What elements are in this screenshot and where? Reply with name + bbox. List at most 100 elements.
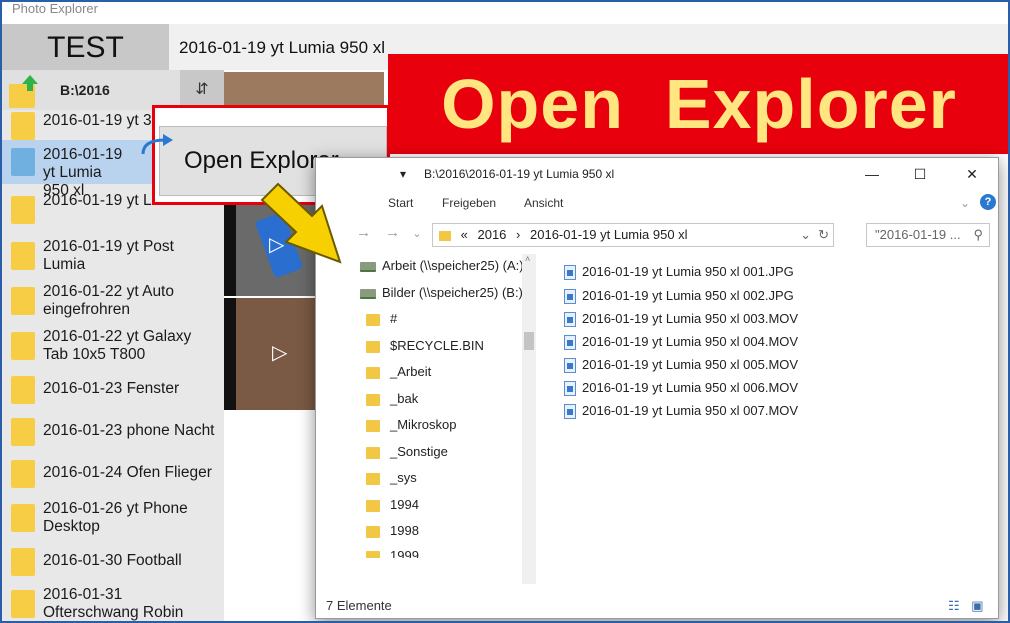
help-icon[interactable]: ? (980, 194, 996, 210)
nav-label: 1994 (390, 497, 419, 512)
jpg-file-icon (564, 289, 576, 305)
file-row[interactable]: 2016-01-19 yt Lumia 950 xl 001.JPG (564, 262, 794, 282)
folder-icon (11, 196, 35, 224)
recent-dropdown-icon[interactable]: ⌄ (412, 228, 421, 240)
close-button[interactable]: ✕ (952, 158, 992, 190)
nav-folder[interactable]: 1998 (366, 521, 419, 541)
folder-item[interactable]: 2016-01-22 yt Galaxy Tab 10x5 T800 (2, 324, 224, 368)
folder-item[interactable]: 2016-01-19 yt Post Lumia (2, 234, 224, 278)
folder-label: 2016-01-31 Ofterschwang Robin (43, 586, 184, 621)
folder-item[interactable]: 2016-01-22 yt Auto eingefrohren (2, 279, 224, 323)
ribbon-tabs: Start Freigeben Ansicht ⌄ ? (316, 190, 1000, 216)
tab-ansicht[interactable]: Ansicht (524, 196, 563, 210)
file-name: 2016-01-19 yt Lumia 950 xl 003.MOV (582, 311, 799, 326)
folder-item[interactable]: 2016-01-23 phone Nacht (2, 410, 224, 454)
folder-icon (366, 472, 380, 485)
file-row[interactable]: 2016-01-19 yt Lumia 950 xl 004.MOV (564, 332, 798, 352)
open-explorer-banner: Open Explorer (388, 54, 1008, 154)
search-input[interactable]: "2016-01-19 ... ⚲ (866, 223, 990, 247)
nav-label: 1998 (390, 523, 419, 538)
folder-label: 2016-01-30 Football (43, 552, 182, 569)
folder-label: 2016-01-19 yt Post Lumia (43, 238, 174, 273)
folder-item[interactable]: 2016-01-30 Football (2, 540, 224, 584)
folder-item[interactable]: 2016-01-23 Fenster (2, 368, 224, 412)
forward-icon[interactable]: → (385, 224, 400, 241)
scroll-thumb[interactable] (524, 332, 534, 350)
nav-folder[interactable]: # (366, 309, 397, 329)
folder-icon (366, 550, 380, 558)
folder-item[interactable]: 2016-01-24 Ofen Flieger (2, 452, 224, 496)
folder-icon (366, 446, 380, 459)
address-dropdown-icon[interactable]: ⌄ (800, 224, 811, 246)
window-title: Photo Explorer (2, 2, 1008, 24)
quick-access-dropdown-icon[interactable]: ▾ (400, 158, 406, 190)
mov-file-icon (564, 381, 576, 397)
nav-label: _Sonstige (390, 444, 448, 459)
address-prefix[interactable]: « (461, 227, 468, 242)
nav-label: 1999 (390, 548, 419, 558)
film-strip (224, 200, 236, 296)
open-arrow-icon (141, 134, 173, 155)
scroll-up-icon[interactable]: ˄ (525, 254, 530, 264)
tab-start[interactable]: Start (388, 196, 413, 210)
folder-icon (11, 504, 35, 532)
tab-freigeben[interactable]: Freigeben (442, 196, 496, 210)
nav-folder[interactable]: _sys (366, 468, 417, 488)
folder-icon (366, 525, 380, 538)
folder-icon (11, 460, 35, 488)
nav-label: $RECYCLE.BIN (390, 338, 484, 353)
nav-folder[interactable]: _Mikroskop (366, 415, 456, 435)
refresh-icon[interactable]: ↻ (818, 224, 829, 246)
address-bar[interactable]: « 2016 › 2016-01-19 yt Lumia 950 xl ⌄ ↻ (432, 223, 834, 247)
folder-icon (366, 499, 380, 512)
folder-item[interactable]: 2016-01-26 yt Phone Desktop (2, 496, 224, 540)
view-toggle: ☷ ▣ (948, 598, 984, 614)
file-row[interactable]: 2016-01-19 yt Lumia 950 xl 005.MOV (564, 355, 798, 375)
nav-drive-bilder[interactable]: Bilder (\\speicher25) (B:) (360, 283, 523, 303)
nav-label: Arbeit (\\speicher25) (A:) (382, 258, 524, 273)
folder-icon (366, 366, 380, 379)
nav-folder[interactable]: 1999 (366, 546, 419, 558)
details-view-icon[interactable]: ☷ (948, 598, 960, 613)
file-name: 2016-01-19 yt Lumia 950 xl 007.MOV (582, 403, 799, 418)
file-row[interactable]: 2016-01-19 yt Lumia 950 xl 003.MOV (564, 309, 798, 329)
folder-label: 2016-01-22 yt Galaxy Tab 10x5 T800 (43, 328, 192, 363)
file-row[interactable]: 2016-01-19 yt Lumia 950 xl 006.MOV (564, 378, 798, 398)
file-explorer-window: ▾ B:\2016\2016-01-19 yt Lumia 950 xl — ☐… (315, 157, 999, 619)
folder-icon (11, 332, 35, 360)
nav-folder[interactable]: 1994 (366, 495, 419, 515)
folder-icon (366, 419, 380, 432)
breadcrumb-2016[interactable]: 2016 (477, 227, 506, 242)
file-name: 2016-01-19 yt Lumia 950 xl 006.MOV (582, 380, 799, 395)
folder-label: 2016-01-26 yt Phone Desktop (43, 500, 188, 535)
nav-label: # (390, 311, 398, 326)
play-icon: ▷ (272, 342, 288, 364)
breadcrumb-separator-icon: › (516, 227, 521, 242)
nav-label: _sys (390, 470, 417, 485)
nav-folder[interactable]: $RECYCLE.BIN (366, 336, 484, 356)
large-icons-view-icon[interactable]: ▣ (971, 598, 983, 613)
nav-label: _Arbeit (390, 364, 432, 379)
tag-header[interactable]: TEST (2, 24, 169, 70)
nav-folder[interactable]: _bak (366, 389, 418, 409)
nav-scrollbar[interactable]: ˄ (522, 254, 536, 584)
nav-folder[interactable]: _Arbeit (366, 362, 431, 382)
maximize-button[interactable]: ☐ (900, 158, 940, 190)
explorer-titlebar: ▾ B:\2016\2016-01-19 yt Lumia 950 xl — ☐… (316, 158, 1000, 190)
folder-up-icon[interactable] (8, 74, 38, 108)
nav-buttons: → → ⌄ ↑ (356, 224, 439, 241)
search-icon: ⚲ (973, 227, 983, 242)
file-row[interactable]: 2016-01-19 yt Lumia 950 xl 007.MOV (564, 401, 798, 421)
file-row[interactable]: 2016-01-19 yt Lumia 950 xl 002.JPG (564, 286, 794, 306)
folder-icon (11, 590, 35, 618)
folder-item[interactable]: 2016-01-31 Ofterschwang Robin (2, 582, 224, 621)
nav-drive-arbeit[interactable]: Arbeit (\\speicher25) (A:) (360, 256, 524, 276)
ribbon-expand-icon[interactable]: ⌄ (960, 196, 970, 210)
mov-file-icon (564, 335, 576, 351)
folder-icon (11, 242, 35, 270)
nav-folder[interactable]: _Sonstige (366, 442, 448, 462)
minimize-button[interactable]: — (852, 158, 892, 190)
breadcrumb-current[interactable]: 2016-01-19 yt Lumia 950 xl (530, 227, 688, 242)
sort-button[interactable]: ⇵ (180, 70, 224, 110)
folder-icon (11, 418, 35, 446)
